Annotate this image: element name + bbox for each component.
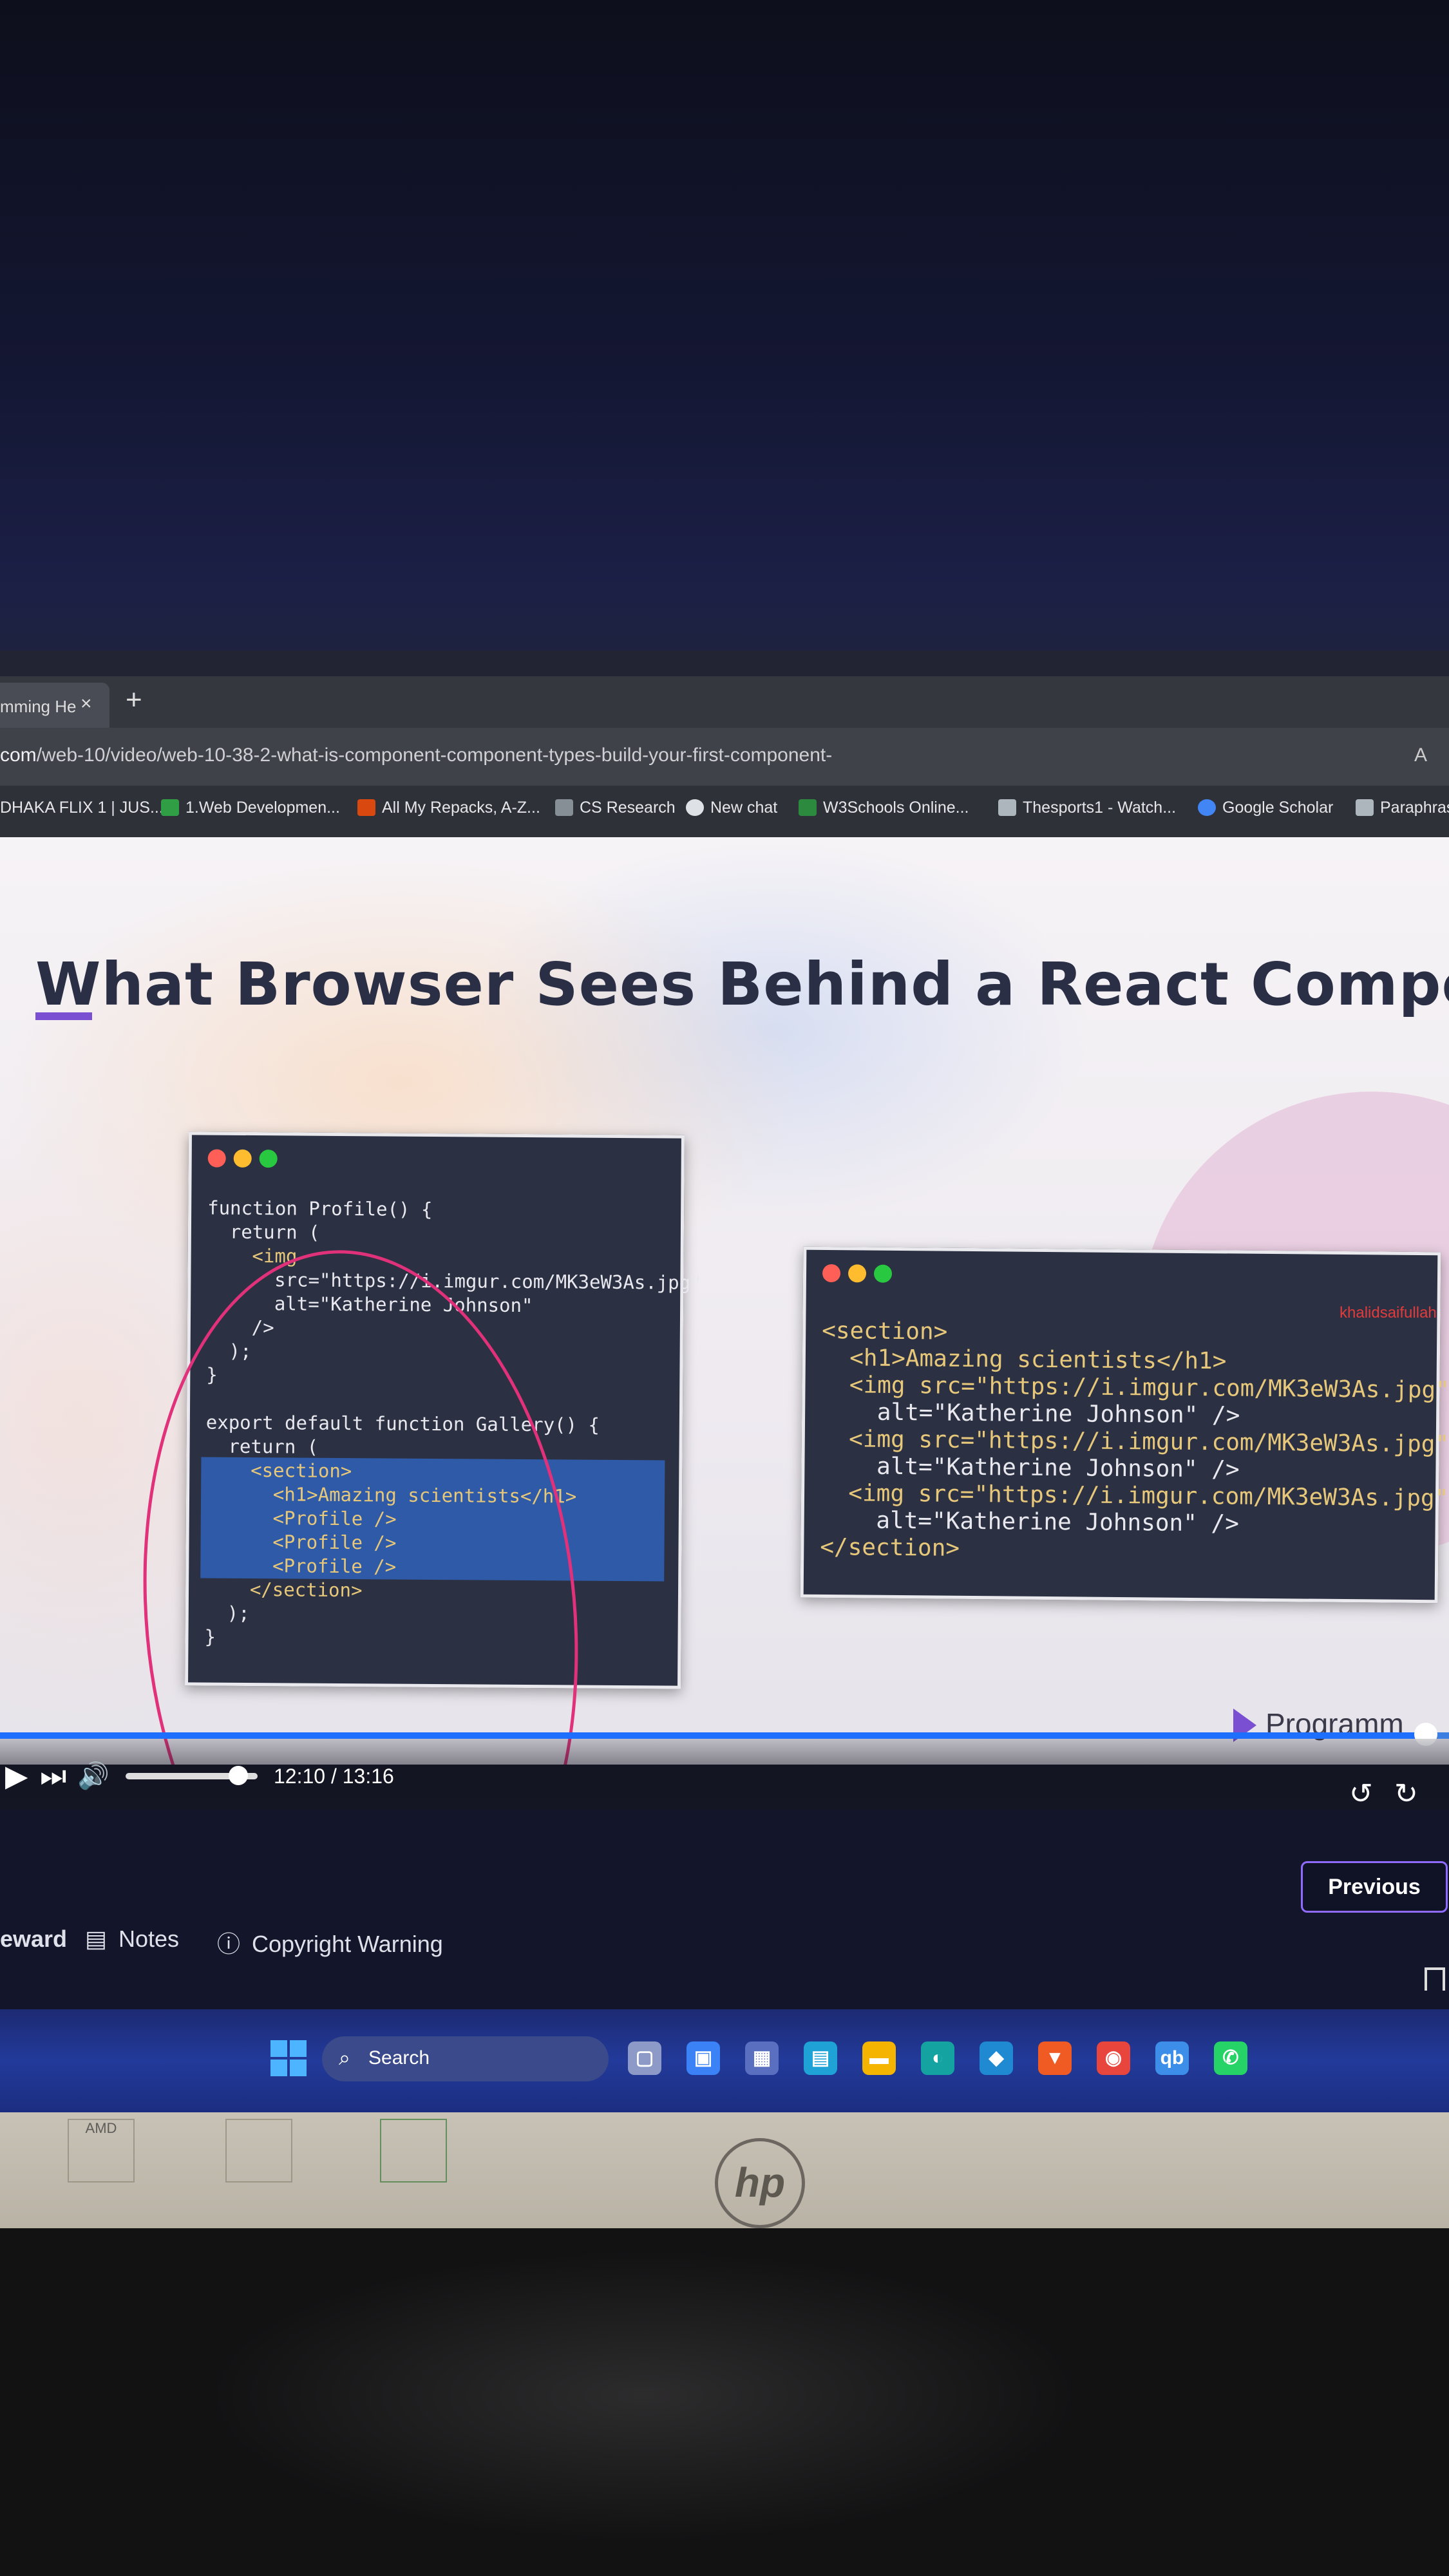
- maximize-dot-icon: [873, 1264, 893, 1283]
- search-icon: ⌕: [339, 2046, 350, 2069]
- next-icon[interactable]: ⏭: [40, 1758, 66, 1794]
- url-path: /web-10/video/web-10-38-2-what-is-compon…: [36, 744, 833, 766]
- store-icon[interactable]: ▣: [687, 2041, 720, 2075]
- title-underline: [35, 1012, 92, 1020]
- reader-mode-icon[interactable]: A: [1414, 744, 1427, 766]
- explorer-blue-icon[interactable]: ▤: [804, 2041, 837, 2075]
- volume-icon[interactable]: 🔊: [77, 1761, 109, 1791]
- chatgpt-icon: [686, 799, 704, 816]
- code-line: function Profile() {: [207, 1197, 433, 1220]
- info-icon: ⓘ: [217, 1931, 241, 1957]
- paraphrase-icon: [1356, 799, 1374, 816]
- bookmark-w3schools[interactable]: W3Schools Online...: [799, 799, 969, 817]
- bookmark-web-development[interactable]: 1.Web Developmen...: [161, 799, 340, 817]
- amd-sticker: AMD: [68, 2119, 135, 2183]
- watermark-text: khalidsaifullah: [1340, 1304, 1437, 1321]
- w3schools-icon: [799, 799, 817, 816]
- bookmark-cs-research[interactable]: CS Research: [555, 799, 676, 817]
- window-dots: [822, 1264, 900, 1286]
- html-output-code: <section> <h1>Amazing scientists</h1> <i…: [820, 1318, 1449, 1566]
- whatsapp-icon[interactable]: ✆: [1214, 2041, 1247, 2075]
- hz-sticker: [380, 2119, 447, 2183]
- monitor-chin: AMD hp: [0, 2112, 1449, 2228]
- background-room: [0, 0, 1449, 676]
- rewind-icon[interactable]: ↺: [1349, 1777, 1373, 1810]
- file-explorer-icon[interactable]: ▬: [862, 2041, 896, 2075]
- reward-link[interactable]: eward: [0, 1926, 67, 1953]
- brave-icon[interactable]: ▼: [1038, 2041, 1072, 2075]
- forward-icon[interactable]: ↻: [1394, 1777, 1418, 1810]
- window-dots: [207, 1149, 285, 1171]
- close-dot-icon: [822, 1264, 841, 1283]
- time-display: 12:10 / 13:16: [274, 1765, 394, 1788]
- play-icon[interactable]: ▶: [5, 1758, 28, 1793]
- sports-icon: [998, 799, 1016, 816]
- url-domain: com: [0, 744, 37, 766]
- slide-title: What Browser Sees Behind a React Compone…: [35, 950, 1449, 1019]
- video-frame[interactable]: What Browser Sees Behind a React Compone…: [0, 837, 1449, 1765]
- search-label: Search: [368, 2047, 430, 2069]
- tab-title: mming He: [0, 697, 77, 716]
- drive-icon: [161, 799, 179, 816]
- calculator-icon[interactable]: ▦: [745, 2041, 779, 2075]
- bookmark-dhaka-flix[interactable]: DHAKA FLIX 1 | JUS...: [0, 799, 164, 817]
- code-window-html: <section> <h1>Amazing scientists</h1> <i…: [800, 1246, 1449, 1604]
- video-controls: ▶ ⏭ 🔊 12:10 / 13:16 ↺ ↻: [0, 1739, 1449, 1810]
- bookmark-all-my-repacks[interactable]: All My Repacks, A-Z...: [357, 799, 540, 817]
- video-progress-fill: [0, 1732, 1426, 1739]
- close-dot-icon: [207, 1149, 226, 1168]
- new-tab-button[interactable]: +: [126, 684, 142, 716]
- notes-button[interactable]: ▤ Notes: [85, 1926, 179, 1953]
- vscode-icon[interactable]: ◆: [980, 2041, 1013, 2075]
- taskbar-search[interactable]: ⌕ Search: [322, 2036, 609, 2081]
- page-icon: [555, 799, 573, 816]
- bookmarks-bar: DHAKA FLIX 1 | JUS... 1.Web Developmen..…: [0, 786, 1449, 838]
- bookmark-paraphrase[interactable]: Paraphras: [1356, 799, 1449, 817]
- code-line: </section>: [820, 1533, 960, 1562]
- google-icon: [1198, 799, 1216, 816]
- close-tab-icon[interactable]: ×: [80, 693, 92, 715]
- copyright-warning-button[interactable]: ⓘ Copyright Warning: [217, 1926, 443, 1959]
- lesson-page: Previous eward ▤ Notes ⓘ Copyright Warning: [0, 1810, 1449, 2009]
- bookmark-icon[interactable]: [1425, 1967, 1445, 1991]
- url-text[interactable]: com/web-10/video/web-10-38-2-what-is-com…: [0, 744, 832, 766]
- notes-icon: ▤: [85, 1926, 108, 1952]
- browser-tab[interactable]: mming He ×: [0, 683, 109, 728]
- bookmark-thesports1[interactable]: Thesports1 - Watch...: [998, 799, 1176, 817]
- bookmark-google-scholar[interactable]: Google Scholar: [1198, 799, 1333, 817]
- windows-start-icon[interactable]: [270, 2040, 307, 2076]
- bookmark-new-chat[interactable]: New chat: [686, 799, 777, 817]
- edge-icon[interactable]: ◐: [921, 2041, 954, 2075]
- code-line: return (: [207, 1220, 320, 1244]
- minimize-dot-icon: [848, 1264, 867, 1283]
- windows-taskbar: ⌕ Search ▢ ▣ ▦ ▤ ▬ ◐ ◆ ▼ ◉ qb ✆: [0, 2009, 1449, 2112]
- chrome-icon[interactable]: ◉: [1097, 2041, 1130, 2075]
- qbittorrent-icon[interactable]: qb: [1155, 2041, 1189, 2075]
- maximize-dot-icon: [259, 1150, 278, 1168]
- display-sticker: [225, 2119, 292, 2183]
- monitor-bezel: [0, 650, 1449, 676]
- minimize-dot-icon: [233, 1149, 252, 1168]
- repack-icon: [357, 799, 375, 816]
- browser-tab-bar: mming He × +: [0, 676, 1449, 728]
- volume-handle[interactable]: [229, 1766, 248, 1785]
- task-view-icon[interactable]: ▢: [628, 2041, 661, 2075]
- desk-surface: [0, 2228, 1449, 2576]
- address-bar[interactable]: com/web-10/video/web-10-38-2-what-is-com…: [0, 728, 1449, 786]
- hp-logo-icon: hp: [715, 2138, 805, 2228]
- previous-button[interactable]: Previous: [1301, 1861, 1448, 1913]
